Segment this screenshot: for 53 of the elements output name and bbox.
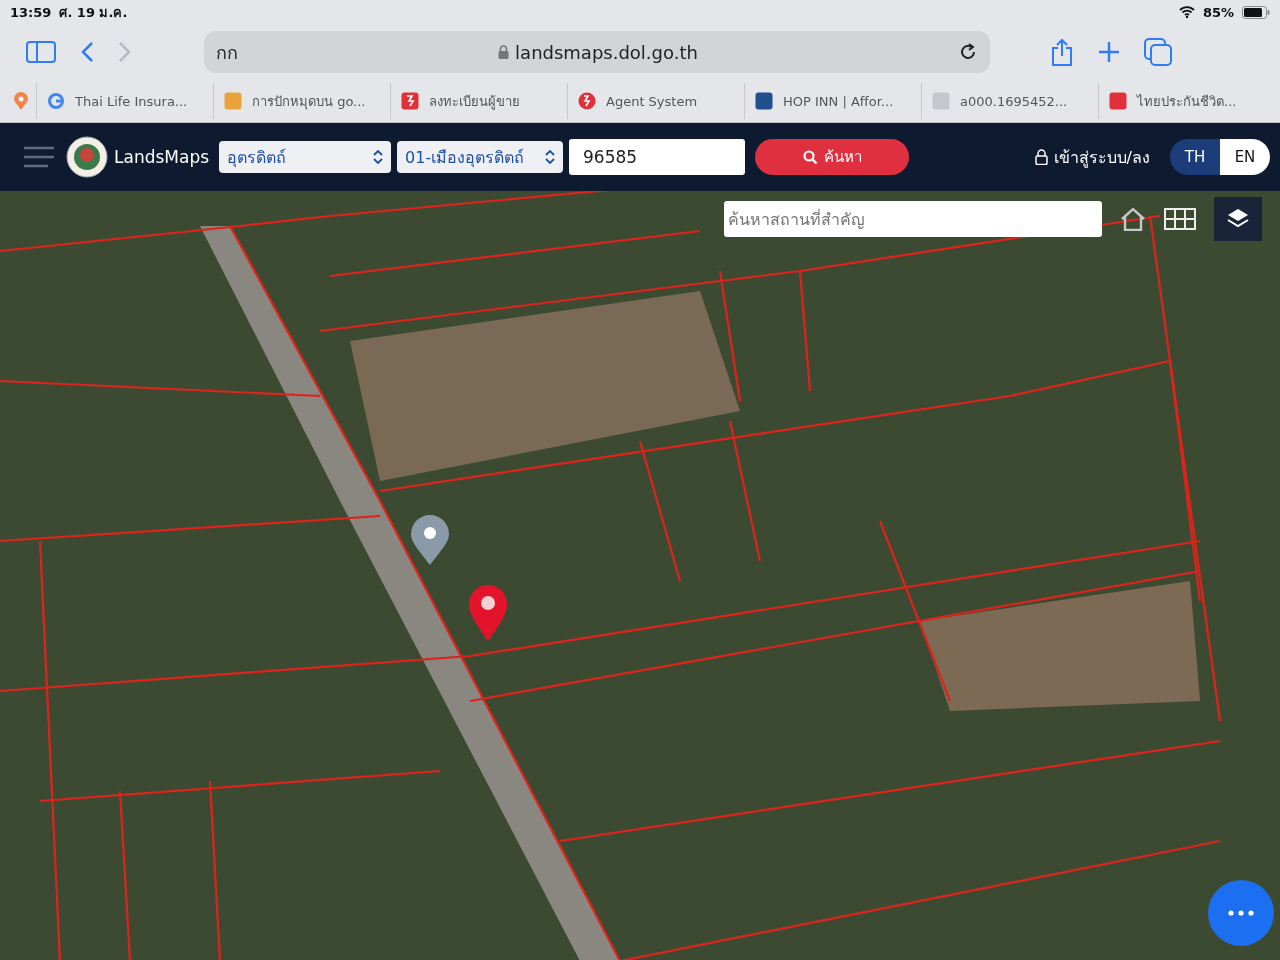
updown-icon [545, 150, 556, 164]
satellite-map[interactable]: ค้นหาสถานที่สำคัญ [0, 191, 1280, 960]
back-icon[interactable] [80, 41, 94, 63]
place-search-field[interactable]: ค้นหาสถานที่สำคัญ [724, 201, 1102, 237]
more-icon [1228, 910, 1254, 916]
browser-tab[interactable]: Thai Life Insura... [36, 83, 213, 119]
browser-tab[interactable]: ลงทะเบียนผู้ขาย [390, 83, 567, 119]
menu-icon[interactable] [24, 146, 54, 168]
sidebar-icon[interactable] [26, 41, 56, 63]
browser-tab[interactable]: HOP INN | Affor... [744, 83, 921, 119]
site-icon [755, 92, 773, 110]
site-icon [401, 92, 419, 110]
emblem-icon [66, 136, 108, 178]
site-icon [1109, 92, 1127, 110]
address-bar[interactable]: กก landsmaps.dol.go.th [204, 31, 990, 73]
layers-button[interactable] [1214, 197, 1262, 241]
lock-icon [498, 45, 510, 59]
site-icon [932, 92, 950, 110]
share-icon[interactable] [1050, 38, 1074, 66]
status-time: 13:59 [10, 4, 52, 20]
district-select[interactable]: 01-เมืองอุตรดิตถ์ [397, 141, 564, 173]
reload-icon[interactable] [958, 42, 978, 62]
home-icon[interactable] [1120, 207, 1146, 231]
location-marker-icon [468, 585, 508, 641]
parcel-number-field[interactable]: 96585 [569, 139, 746, 175]
province-select[interactable]: อุตรดิตถ์ [219, 141, 392, 173]
plus-icon[interactable] [1098, 41, 1120, 63]
url-text: landsmaps.dol.go.th [515, 41, 698, 63]
text-size-button[interactable]: กก [216, 37, 238, 67]
browser-tab[interactable]: ไทยประกันชีวิต... [1098, 83, 1275, 119]
forward-icon [118, 41, 132, 63]
lock-icon [1034, 149, 1048, 165]
site-icon [224, 92, 242, 110]
wifi-icon [1178, 6, 1195, 18]
location-pin-icon [14, 92, 28, 110]
battery-icon [1242, 5, 1270, 19]
login-link[interactable]: เข้าสู่ระบบ/ลง [1053, 144, 1150, 170]
search-button[interactable]: ค้นหา [755, 139, 910, 175]
browser-tab[interactable]: a000.1695452... [921, 83, 1098, 119]
language-button[interactable]: EN [1220, 139, 1270, 175]
status-date: ศ. 19 ม.ค. [59, 3, 128, 22]
place-pin-icon [410, 515, 450, 565]
updown-icon [373, 150, 384, 164]
language-button[interactable]: TH [1170, 139, 1220, 175]
brand-name: LandsMaps [114, 147, 210, 167]
site-icon [47, 92, 65, 110]
site-icon [578, 92, 596, 110]
search-icon [802, 149, 818, 165]
tabs-icon[interactable] [1144, 38, 1172, 66]
browser-tab[interactable]: Agent System [567, 83, 744, 119]
battery-percent: 85% [1202, 4, 1234, 20]
browser-tab[interactable]: การปักหมุดบน go... [213, 83, 390, 119]
grid-icon[interactable] [1164, 208, 1196, 230]
